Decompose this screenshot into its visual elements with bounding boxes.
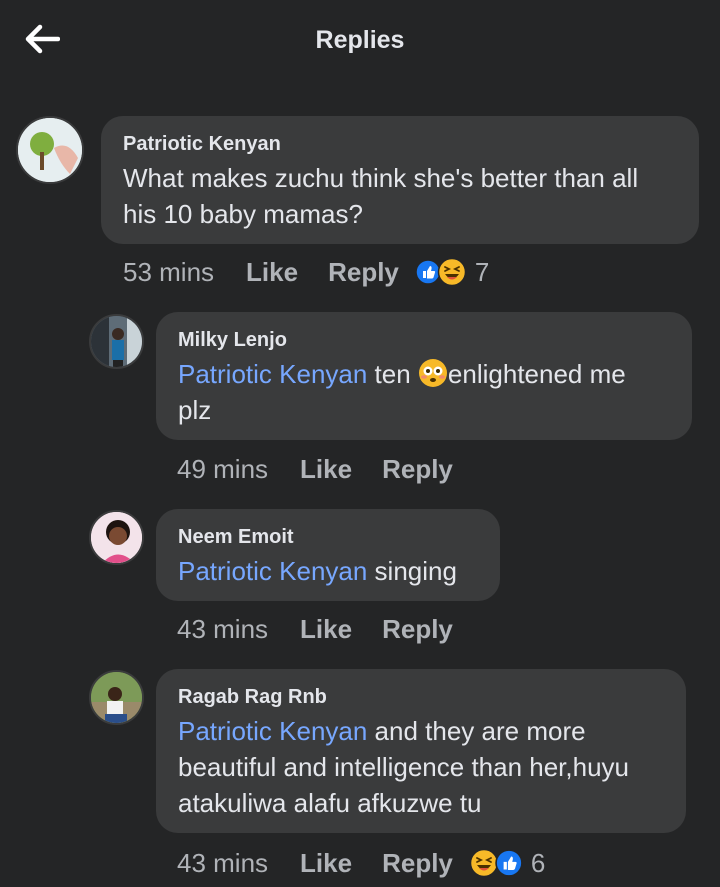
reply-button[interactable]: Reply <box>382 848 453 879</box>
comment-author[interactable]: Ragab Rag Rnb <box>178 685 664 709</box>
avatar[interactable] <box>16 116 84 184</box>
reply-button[interactable]: Reply <box>328 257 399 288</box>
like-button[interactable]: Like <box>300 454 352 485</box>
avatar[interactable] <box>89 510 144 565</box>
comment-bubble: Milky Lenjo Patriotic Kenyan ten enlight… <box>156 312 692 440</box>
comment-timestamp: 43 mins <box>177 847 269 878</box>
comment-timestamp: 53 mins <box>123 256 215 287</box>
mention-link[interactable]: Patriotic Kenyan <box>178 556 367 586</box>
comment-actions: 49 mins Like Reply <box>177 452 483 486</box>
avatar[interactable] <box>89 314 144 369</box>
reply-button[interactable]: Reply <box>382 454 453 485</box>
comment-timestamp: 49 mins <box>177 453 269 484</box>
reactions-summary[interactable]: 7 <box>415 257 489 288</box>
reaction-count: 7 <box>474 256 490 287</box>
comment-actions: 43 mins Like Reply <box>177 612 483 646</box>
flushed-emoji <box>418 359 447 388</box>
comment-text-part: atakuliwa alafu afkuzwe tu <box>178 788 482 818</box>
comment-text: Patriotic Kenyan and they are more beaut… <box>178 713 664 821</box>
comment-author[interactable]: Milky Lenjo <box>178 328 670 352</box>
header-bar: Replies <box>0 0 720 84</box>
like-button[interactable]: Like <box>300 614 352 645</box>
like-button[interactable]: Like <box>246 257 298 288</box>
comment-actions: 43 mins Like Reply 6 <box>177 846 545 880</box>
reaction-count: 6 <box>530 847 546 878</box>
comment-bubble: Neem Emoit Patriotic Kenyan singing <box>156 509 500 601</box>
comment-bubble: Patriotic Kenyan What makes zuchu think … <box>101 116 699 244</box>
comment-text: Patriotic Kenyan ten enlightened me plz <box>178 356 670 428</box>
mention-link[interactable]: Patriotic Kenyan <box>178 359 367 389</box>
comment-text-part: beautiful and intelligence than her,huyu <box>178 752 630 782</box>
comment-text-part: singing <box>367 556 457 586</box>
reply-button[interactable]: Reply <box>382 614 453 645</box>
comment-text: Patriotic Kenyan singing <box>178 553 478 589</box>
comment-actions: 53 mins Like Reply 7 <box>123 255 489 289</box>
comment-timestamp: 43 mins <box>177 613 269 644</box>
reactions-summary[interactable]: 6 <box>469 848 545 879</box>
comment-author[interactable]: Patriotic Kenyan <box>123 132 677 156</box>
laugh-emoji <box>437 257 467 287</box>
comment-text-part: ten <box>367 359 418 389</box>
comment-text-part: plz <box>178 395 212 425</box>
mention-link[interactable]: Patriotic Kenyan <box>178 716 367 746</box>
comment-author[interactable]: Neem Emoit <box>178 525 478 549</box>
like-button[interactable]: Like <box>300 848 352 879</box>
comment-text: What makes zuchu think she's better than… <box>123 163 639 229</box>
page-title: Replies <box>315 26 405 54</box>
avatar[interactable] <box>89 670 144 725</box>
comment-bubble: Ragab Rag Rnb Patriotic Kenyan and they … <box>156 669 686 833</box>
comment-text-part: and they are more <box>367 716 586 746</box>
comment-text-part: enlightened me <box>447 359 626 389</box>
like-icon <box>495 849 523 877</box>
